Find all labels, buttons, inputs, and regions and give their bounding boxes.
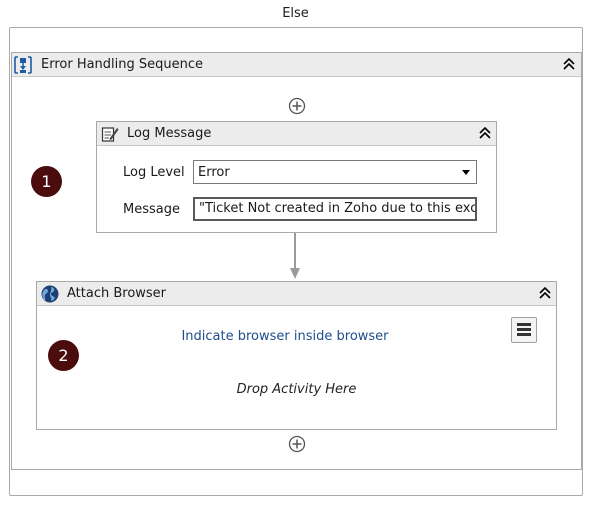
message-input[interactable]: "Ticket Not created in Zoho due to this … — [193, 197, 477, 221]
log-level-value: Error — [198, 165, 230, 180]
collapse-log-message-icon[interactable] — [477, 125, 493, 141]
log-level-select[interactable]: Error — [193, 160, 477, 184]
log-message-header[interactable]: Log Message — [97, 122, 496, 146]
indicate-browser-link[interactable]: Indicate browser inside browser — [37, 329, 533, 344]
step-badge-1: 1 — [31, 166, 62, 197]
hamburger-icon-bar — [517, 323, 531, 326]
hamburger-icon-bar — [517, 333, 531, 336]
else-title: Else — [282, 6, 309, 21]
log-message-icon — [101, 127, 119, 142]
sequence-title: Error Handling Sequence — [41, 57, 204, 72]
attach-browser-header[interactable]: Attach Browser — [37, 282, 556, 306]
flow-connector — [294, 233, 296, 269]
log-message-activity[interactable]: Log Message Log Level Error Message "Tic… — [96, 121, 497, 233]
hamburger-icon-bar — [517, 328, 531, 331]
browser-globe-icon — [41, 285, 59, 303]
drop-activity-placeholder[interactable]: Drop Activity Here — [37, 382, 556, 397]
options-menu-button[interactable] — [511, 317, 537, 343]
collapse-sequence-icon[interactable] — [561, 56, 577, 72]
log-message-title: Log Message — [127, 126, 212, 141]
log-level-label: Log Level — [123, 165, 185, 180]
add-activity-icon[interactable] — [288, 97, 306, 115]
sequence-icon — [14, 56, 32, 74]
add-activity-icon[interactable] — [288, 435, 306, 453]
arrow-down-icon — [290, 268, 300, 279]
attach-browser-title: Attach Browser — [67, 286, 167, 301]
message-label: Message — [123, 202, 180, 217]
chevron-down-icon — [462, 170, 470, 175]
sequence-header[interactable]: Error Handling Sequence — [12, 53, 581, 77]
collapse-attach-browser-icon[interactable] — [537, 285, 553, 301]
step-badge-2: 2 — [48, 340, 79, 371]
attach-browser-activity[interactable]: Attach Browser Indicate browser inside b… — [36, 281, 557, 430]
